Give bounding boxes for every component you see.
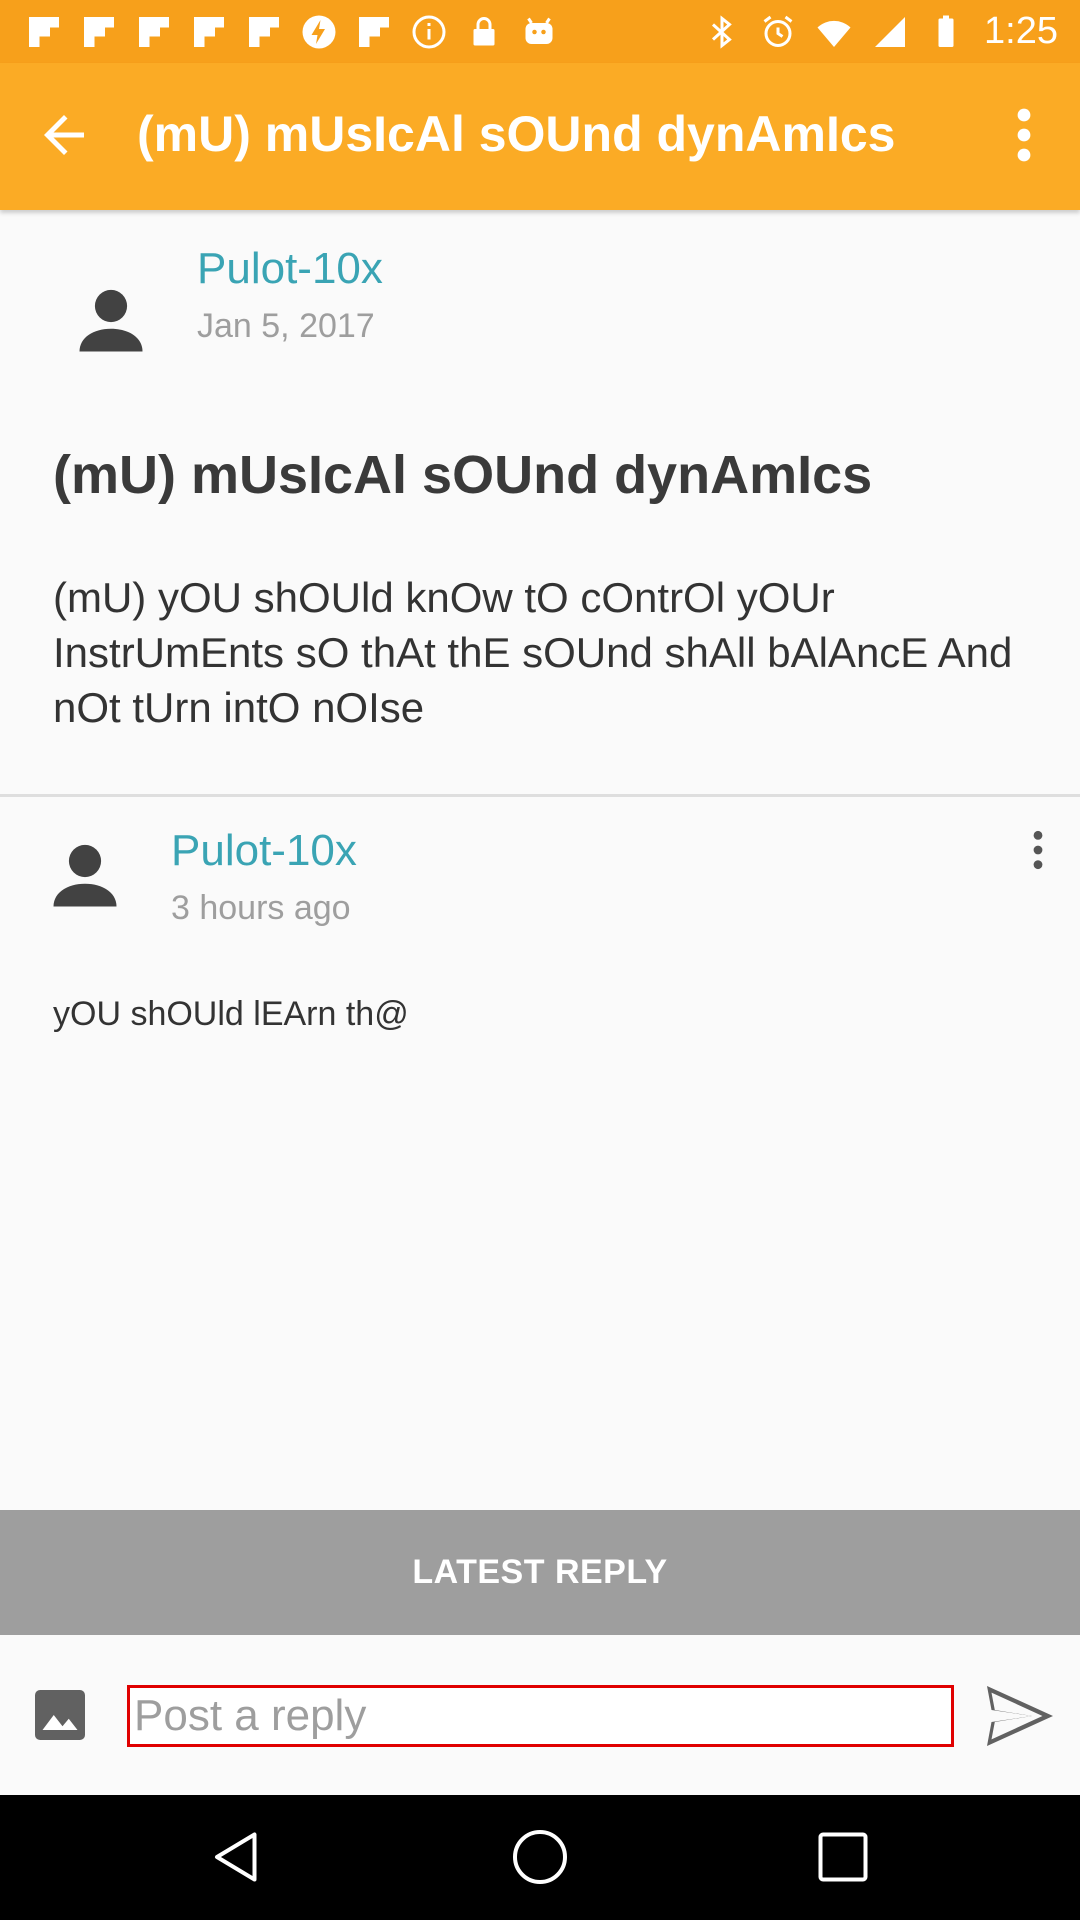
reply-input[interactable] xyxy=(127,1685,954,1747)
more-vert-icon[interactable] xyxy=(1008,105,1040,165)
system-icons: 1:25 xyxy=(704,10,1058,53)
home-nav-icon[interactable] xyxy=(510,1827,570,1887)
notification-icons xyxy=(26,14,557,50)
flipboard-icon xyxy=(359,17,389,47)
battery-icon xyxy=(938,15,954,47)
wifi-icon xyxy=(817,20,851,47)
arrow-back-icon[interactable] xyxy=(34,105,94,165)
signal-icon xyxy=(875,16,906,47)
flipboard-icon xyxy=(249,17,279,47)
flipboard-icon xyxy=(29,17,59,47)
image-icon[interactable] xyxy=(30,1685,90,1745)
avatar[interactable] xyxy=(69,278,153,362)
navigation-bar xyxy=(0,1795,1080,1920)
flipboard-icon xyxy=(84,17,114,47)
android-icon xyxy=(525,17,553,44)
bolt-icon xyxy=(302,15,336,49)
alarm-icon xyxy=(763,15,793,47)
info-icon xyxy=(412,15,446,49)
reply-time: 3 hours ago xyxy=(171,889,351,927)
more-vert-icon[interactable] xyxy=(1022,828,1054,872)
lock-icon xyxy=(473,17,495,46)
post-title: (mU) mUsIcAl sOUnd dynAmIcs xyxy=(53,445,873,505)
status-bar: 1:25 xyxy=(0,0,1080,63)
post-date: Jan 5, 2017 xyxy=(197,307,375,345)
status-time: 1:25 xyxy=(984,10,1058,52)
reply-composer xyxy=(0,1635,1080,1795)
flipboard-icon xyxy=(194,17,224,47)
bluetooth-icon xyxy=(712,14,732,49)
post-author[interactable]: Pulot-10x xyxy=(197,244,383,294)
post-body: (mU) yOU shOUld knOw tO cOntrOl yOUr Ins… xyxy=(53,574,1013,731)
latest-reply-button[interactable]: LATEST REPLY xyxy=(0,1510,1080,1635)
reply-author[interactable]: Pulot-10x xyxy=(171,826,357,876)
back-nav-icon[interactable] xyxy=(207,1827,267,1887)
app-bar: (mU) mUsIcAl sOUnd dynAmIcs xyxy=(0,63,1080,210)
divider xyxy=(0,794,1080,797)
send-icon[interactable] xyxy=(984,1683,1056,1749)
flipboard-icon xyxy=(139,17,169,47)
reply-body: yOU shOUld lEArn th@ xyxy=(53,995,409,1033)
recents-nav-icon[interactable] xyxy=(813,1827,873,1887)
page-title: (mU) mUsIcAl sOUnd dynAmIcs xyxy=(137,106,896,162)
avatar[interactable] xyxy=(43,833,127,917)
